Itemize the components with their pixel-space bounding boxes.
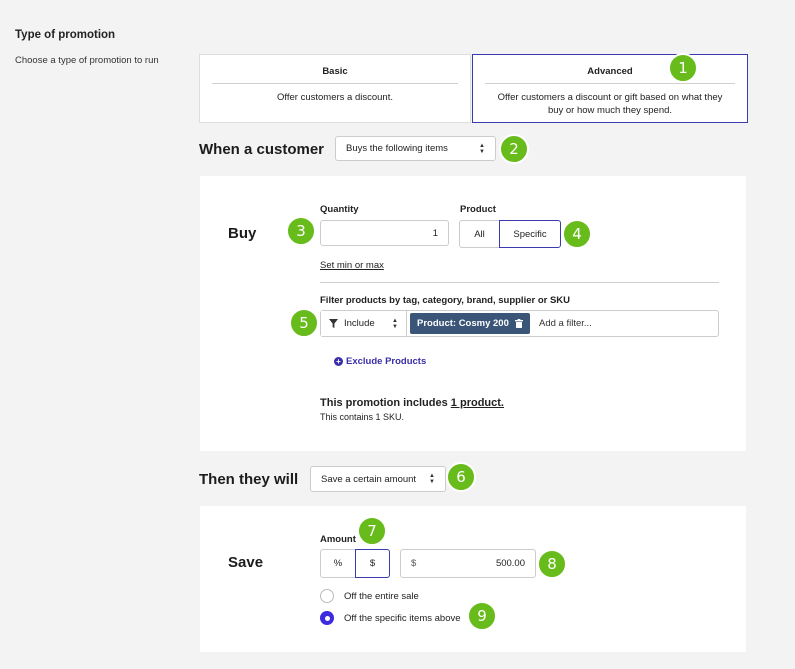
callout-9: 9 [467, 601, 497, 631]
then-they-will-select[interactable]: Save a certain amount ▲ ▼ [310, 466, 446, 492]
summary-sku-count: This contains 1 SKU. [320, 412, 405, 422]
filter-label: Filter products by tag, category, brand,… [320, 295, 571, 306]
amount-label: Amount [320, 534, 356, 545]
trash-icon[interactable] [514, 319, 523, 328]
then-select-value: Save a certain amount [321, 473, 417, 485]
when-a-customer-heading: When a customer [199, 141, 325, 158]
callout-3: 3 [286, 216, 316, 246]
quantity-input[interactable]: 1 [320, 220, 449, 246]
callout-2: 2 [499, 134, 529, 164]
radio-specific-items[interactable]: Off the specific items above [320, 611, 461, 625]
unit-dollar-button[interactable]: $ [355, 549, 390, 578]
buy-divider [320, 282, 719, 283]
advanced-card-description: Offer customers a discount or gift based… [497, 92, 723, 116]
filter-mode-select[interactable]: Include ▲ ▼ [321, 311, 407, 336]
unit-dollar-label: $ [369, 558, 376, 569]
filter-stepper-icon: ▲ ▼ [392, 317, 398, 330]
promotion-type-basic-card[interactable]: Basic Offer customers a discount. [199, 54, 471, 123]
summary-product-link[interactable]: 1 product. [451, 397, 504, 409]
callout-6: 6 [446, 462, 476, 492]
quantity-value: 1 [432, 227, 438, 239]
when-customer-select[interactable]: Buys the following items ▲ ▼ [335, 136, 496, 161]
basic-card-title: Basic [212, 66, 458, 84]
product-specific-button[interactable]: Specific [499, 220, 561, 248]
save-panel [200, 506, 746, 652]
callout-1: 1 [668, 53, 698, 83]
callout-8: 8 [537, 549, 567, 579]
amount-input[interactable]: $ 500.00 [400, 549, 536, 578]
callout-4: 4 [562, 219, 592, 249]
callout-7: 7 [357, 516, 387, 546]
type-of-promotion-subtitle: Choose a type of promotion to run [15, 55, 159, 66]
callout-5: 5 [289, 308, 319, 338]
then-they-will-heading: Then they will [199, 471, 299, 488]
unit-percent-button[interactable]: % [320, 549, 356, 578]
product-specific-label: Specific [513, 228, 547, 240]
filter-chip-product[interactable]: Product: Cosmy 200 [410, 313, 530, 334]
radio-entire-sale-circle[interactable] [320, 589, 334, 603]
save-heading: Save [228, 554, 264, 571]
filter-add-input[interactable]: Add a filter... [539, 318, 592, 329]
product-all-label: All [474, 228, 485, 240]
exclude-products-label: Exclude Products [346, 356, 427, 367]
type-of-promotion-title: Type of promotion [15, 29, 116, 41]
amount-value: 500.00 [495, 558, 525, 569]
select-stepper-icon: ▲ ▼ [479, 142, 485, 155]
unit-percent-label: % [333, 558, 343, 569]
quantity-label: Quantity [320, 204, 359, 215]
radio-specific-items-label: Off the specific items above [344, 612, 461, 624]
promotion-summary: This promotion includes 1 product. [320, 397, 504, 409]
when-customer-select-value: Buys the following items [346, 143, 448, 154]
basic-card-description: Offer customers a discount. [277, 92, 393, 103]
filter-mode-value: Include [344, 318, 375, 329]
product-all-button[interactable]: All [459, 220, 500, 248]
radio-entire-sale[interactable]: Off the entire sale [320, 589, 419, 603]
buy-heading: Buy [228, 225, 257, 242]
summary-prefix: This promotion includes [320, 397, 448, 409]
radio-specific-items-circle[interactable] [320, 611, 334, 625]
product-label: Product [460, 204, 496, 215]
radio-entire-sale-label: Off the entire sale [344, 590, 419, 602]
currency-prefix: $ [411, 558, 417, 569]
exclude-products-link[interactable]: + Exclude Products [334, 356, 426, 367]
filter-chip-label: Product: Cosmy 200 [417, 318, 509, 329]
plus-circle-icon: + [334, 357, 343, 366]
set-min-max-link[interactable]: Set min or max [320, 260, 384, 271]
select-stepper-icon: ▲ ▼ [429, 473, 435, 485]
filter-icon [329, 319, 338, 328]
promotion-type-advanced-card[interactable]: Advanced Offer customers a discount or g… [472, 54, 748, 123]
